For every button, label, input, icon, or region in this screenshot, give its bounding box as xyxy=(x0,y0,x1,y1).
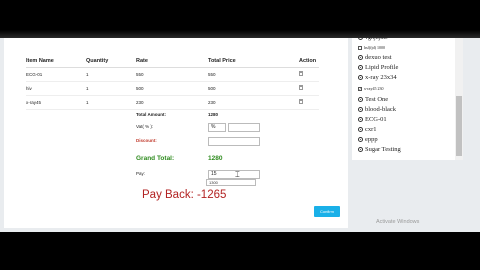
checkbox-checked-icon: ✓ xyxy=(358,87,362,92)
test-list-panel: vghjhjhtc hsf(fjd) 1000 dexuo test Lipid… xyxy=(352,38,456,160)
page-background: Item Name Quantity Rate Total Price Acti… xyxy=(0,38,480,232)
radio-icon xyxy=(358,38,363,41)
vat-amount-input[interactable] xyxy=(228,123,260,132)
screen: Item Name Quantity Rate Total Price Acti… xyxy=(0,0,480,270)
grand-total-value: 1280 xyxy=(208,155,223,162)
item-total: 550 xyxy=(208,67,299,82)
list-item[interactable]: Test One xyxy=(358,96,388,103)
item-total: 500 xyxy=(208,81,299,96)
list-item[interactable]: eppp xyxy=(358,136,378,143)
radio-icon xyxy=(358,127,363,133)
list-item[interactable]: blood-black xyxy=(358,106,396,113)
checkbox-icon xyxy=(358,46,362,51)
total-amount-label: Total Amount: xyxy=(136,112,166,117)
discount-label: Discount: xyxy=(136,138,157,143)
list-item[interactable]: Sugar Testing xyxy=(358,146,401,153)
item-rate: 230 xyxy=(136,95,208,110)
list-item[interactable]: hsf(fjd) 1000 xyxy=(358,45,385,51)
item-quantity: 1 xyxy=(86,95,136,110)
list-item[interactable]: dexuo test xyxy=(358,54,392,61)
col-item-name: Item Name xyxy=(26,56,86,68)
radio-icon xyxy=(358,75,363,81)
item-rate: 500 xyxy=(136,81,208,96)
radio-icon xyxy=(358,97,363,103)
delete-icon[interactable] xyxy=(299,99,303,104)
radio-icon xyxy=(358,65,363,71)
activate-windows-watermark: Activate Windows xyxy=(376,219,420,225)
col-total-price: Total Price xyxy=(208,56,299,68)
radio-icon xyxy=(358,107,363,113)
item-quantity: 1 xyxy=(86,67,136,82)
item-total: 230 xyxy=(208,95,299,110)
list-item[interactable]: vghjhjhtc xyxy=(358,38,388,41)
item-name: ECG-01 xyxy=(26,67,86,82)
billing-card: Item Name Quantity Rate Total Price Acti… xyxy=(4,38,348,228)
vat-percent-input[interactable]: % xyxy=(208,123,226,132)
pay-autocomplete-suggestion[interactable]: 1300 xyxy=(206,179,256,186)
table-row: x-ray45 1 230 230 xyxy=(26,95,319,110)
list-item[interactable]: cxr1 xyxy=(358,126,377,133)
confirm-button[interactable]: Confirm xyxy=(314,206,340,217)
delete-icon[interactable] xyxy=(299,71,303,76)
radio-icon xyxy=(358,117,363,123)
item-name: hiv xyxy=(26,81,86,96)
items-table: Item Name Quantity Rate Total Price Acti… xyxy=(26,56,319,110)
table-row: ECG-01 1 550 550 xyxy=(26,67,319,82)
item-name: x-ray45 xyxy=(26,95,86,110)
col-action: Action xyxy=(299,56,319,68)
vat-label: Vat( % ): xyxy=(136,124,154,129)
discount-input[interactable] xyxy=(208,137,260,146)
text-cursor-icon: ⌶ xyxy=(235,170,240,179)
pay-label: Pay: xyxy=(136,171,146,176)
table-header-row: Item Name Quantity Rate Total Price Acti… xyxy=(26,56,319,68)
radio-icon xyxy=(358,55,363,61)
col-rate: Rate xyxy=(136,56,208,68)
item-rate: 550 xyxy=(136,67,208,82)
radio-icon xyxy=(358,137,363,143)
list-item[interactable]: Lipid Profile xyxy=(358,64,398,71)
total-amount-value: 1280 xyxy=(208,112,219,117)
bottom-black-bar xyxy=(0,232,480,270)
scrollbar-thumb[interactable] xyxy=(456,96,462,156)
grand-total-label: Grand Total: xyxy=(136,155,175,162)
radio-icon xyxy=(358,147,363,153)
list-item[interactable]: ✓ x-ray45 230 xyxy=(358,86,383,92)
list-item[interactable]: x-ray 23x34 xyxy=(358,74,397,81)
pay-input[interactable]: 15 xyxy=(208,170,260,179)
table-row: hiv 1 500 500 xyxy=(26,81,319,96)
top-black-bar xyxy=(0,0,480,38)
panel-scrollbar[interactable] xyxy=(455,38,463,160)
item-quantity: 1 xyxy=(86,81,136,96)
delete-icon[interactable] xyxy=(299,85,303,90)
list-item[interactable]: ECG-01 xyxy=(358,116,387,123)
pay-back-amount: Pay Back: -1265 xyxy=(142,189,227,201)
col-quantity: Quantity xyxy=(86,56,136,68)
